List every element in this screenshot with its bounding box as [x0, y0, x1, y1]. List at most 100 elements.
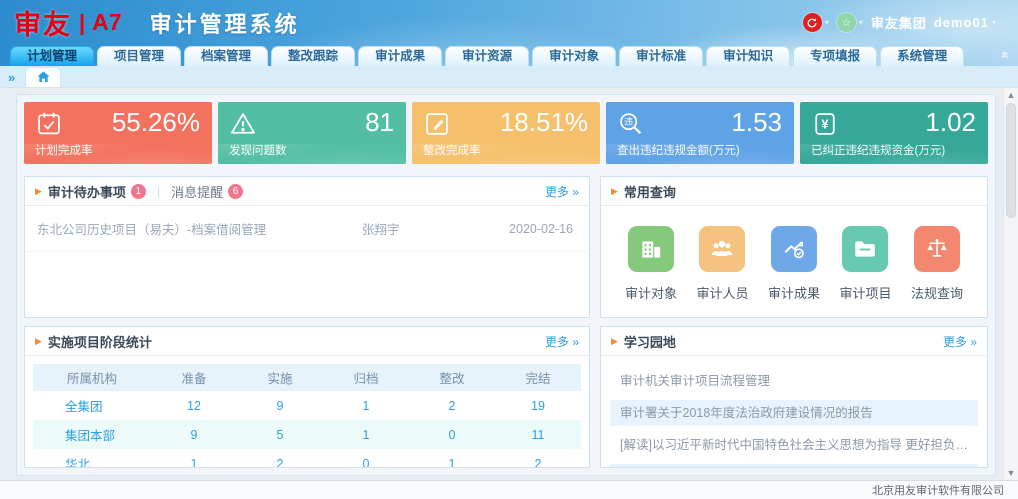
stage-count[interactable]: 9 — [151, 420, 237, 449]
org-link[interactable]: 集团本部 — [33, 420, 151, 449]
quick-link-audit-results[interactable]: 审计成果 — [768, 226, 820, 302]
stage-count[interactable]: 1 — [409, 449, 495, 468]
card-corrected-funds[interactable]: ¥ 1.02 已纠正违纪违规资金(万元) — [800, 102, 988, 164]
card-plan-completion[interactable]: 55.26% 计划完成率 — [24, 102, 212, 164]
org-link[interactable]: 全集团 — [33, 391, 151, 420]
tab-audit-resources[interactable]: 审计资源 — [445, 46, 529, 66]
tab-archive-management[interactable]: 档案管理 — [184, 46, 268, 66]
quick-link-label: 审计人员 — [696, 283, 748, 302]
message-count-badge: 6 — [228, 184, 243, 199]
home-icon — [37, 71, 50, 83]
learning-item[interactable]: [解读]以习近平新时代中国特色社会主义思想为指导 更好担负起审计工作新职责新..… — [610, 432, 978, 458]
stage-count[interactable]: 1 — [323, 420, 409, 449]
learning-more-link[interactable]: 更多 » — [943, 333, 977, 350]
stage-count[interactable]: 19 — [495, 391, 581, 420]
todo-list-item[interactable]: 东北公司历史项目（易夫）-档案借阅管理 张翔宇 2020-02-16 — [25, 206, 589, 252]
user-dropdown-caret[interactable]: ▾ — [992, 18, 996, 27]
warning-triangle-icon — [229, 110, 257, 143]
quick-link-audit-personnel[interactable]: 审计人员 — [696, 226, 748, 302]
stage-count[interactable]: 0 — [323, 449, 409, 468]
sync-dropdown-caret[interactable]: ▾ — [825, 18, 829, 27]
panel-arrow-icon: ▶ — [611, 186, 618, 197]
project-stage-table: 所属机构 准备 实施 归档 整改 完结 全集团 12 9 — [33, 364, 581, 468]
tab-rectification-tracking[interactable]: 整改跟踪 — [271, 46, 355, 66]
tab-audit-todo[interactable]: 审计待办事项 — [48, 182, 126, 201]
home-tab[interactable] — [25, 67, 61, 87]
learning-item[interactable]: 审计机关审计项目流程管理 — [610, 368, 978, 394]
stage-count[interactable]: 9 — [237, 391, 323, 420]
table-header-row: 所属机构 准备 实施 归档 整改 完结 — [33, 364, 581, 391]
quick-link-audit-objects[interactable]: 审计对象 — [625, 226, 677, 302]
expand-sidebar-icon[interactable]: » — [8, 70, 15, 85]
tab-audit-objects[interactable]: 审计对象 — [532, 46, 616, 66]
building-icon — [628, 226, 674, 272]
table-row: 集团本部 9 5 1 0 11 — [33, 420, 581, 449]
svg-text:违: 违 — [624, 117, 633, 127]
card-violation-amount[interactable]: 违 1.53 查出违纪违规金额(万元) — [606, 102, 794, 164]
org-link[interactable]: 华北 — [33, 449, 151, 468]
quick-link-audit-projects[interactable]: 审计项目 — [839, 226, 891, 302]
favorite-button[interactable]: ☆ — [837, 13, 856, 32]
todo-item-title[interactable]: 东北公司历史项目（易夫）-档案借阅管理 — [37, 219, 362, 238]
stage-count[interactable]: 11 — [495, 420, 581, 449]
todo-panel-header: ▶ 审计待办事项 1 | 消息提醒 6 更多 » — [25, 177, 589, 206]
quick-query-panel: ▶ 常用查询 审 — [600, 176, 988, 318]
tab-project-management[interactable]: 项目管理 — [97, 46, 181, 66]
learning-item[interactable]: 审计署关于2018年度法治政府建设情况的报告 — [610, 400, 978, 426]
tab-message-reminder[interactable]: 消息提醒 — [171, 182, 223, 201]
stage-count[interactable]: 12 — [151, 391, 237, 420]
stage-count[interactable]: 1 — [323, 391, 409, 420]
user-area: ▾ ☆ ▾ 审友集团 demo01 ▾ — [803, 13, 1004, 32]
page-scrollbar[interactable]: ▲ ▼ — [1003, 88, 1018, 480]
tab-audit-results[interactable]: 审计成果 — [358, 46, 442, 66]
stat-value: 55.26% — [112, 107, 200, 138]
tab-special-reporting[interactable]: 专项填报 — [793, 46, 877, 66]
tab-plan-management[interactable]: 计划管理 — [10, 46, 94, 66]
footer-company: 北京用友审计软件有限公司 — [872, 482, 1004, 498]
content-area: 55.26% 计划完成率 81 发现问题数 — [0, 88, 1018, 480]
quick-link-label: 审计对象 — [625, 283, 677, 302]
todo-more-link[interactable]: 更多 » — [545, 183, 579, 200]
stats-more-link[interactable]: 更多 » — [545, 333, 579, 350]
dashboard-board: 55.26% 计划完成率 81 发现问题数 — [16, 94, 996, 476]
stage-count[interactable]: 2 — [409, 391, 495, 420]
todo-panel: ▶ 审计待办事项 1 | 消息提醒 6 更多 » 东北公司历史项目（易夫）-档案… — [24, 176, 590, 318]
org-name[interactable]: 审友集团 — [871, 13, 927, 32]
scroll-up-icon[interactable]: ▲ — [1004, 88, 1018, 102]
column-header: 完结 — [495, 364, 581, 391]
panel-arrow-icon: ▶ — [35, 186, 42, 197]
learning-item[interactable]: [解读]2018年第四季度国家重大政策措施落实情况跟踪审计结果公告解读 — [610, 464, 978, 468]
logo-brand: 审友 — [14, 3, 72, 42]
scale-icon — [914, 226, 960, 272]
stage-count[interactable]: 2 — [495, 449, 581, 468]
table-row: 全集团 12 9 1 2 19 — [33, 391, 581, 420]
quick-link-regulation-query[interactable]: 法规查询 — [911, 226, 963, 302]
quick-links: 审计对象 审计人员 — [601, 206, 987, 302]
card-found-problems[interactable]: 81 发现问题数 — [218, 102, 406, 164]
tab-system-management[interactable]: 系统管理 — [880, 46, 964, 66]
collapse-header-icon[interactable]: « — [998, 51, 1014, 59]
todo-item-person: 张翔宇 — [362, 219, 482, 238]
favorite-dropdown-caret[interactable]: ▾ — [859, 18, 863, 27]
tab-audit-knowledge[interactable]: 审计知识 — [706, 46, 790, 66]
logo-divider: | — [79, 10, 85, 36]
stat-value: 1.02 — [925, 107, 976, 138]
logo-product: A7 — [92, 9, 121, 36]
quick-link-label: 审计成果 — [768, 283, 820, 302]
stage-count[interactable]: 5 — [237, 420, 323, 449]
card-rectification-completion[interactable]: 18.51% 整改完成率 — [412, 102, 600, 164]
stat-label: 整改完成率 — [423, 142, 481, 158]
scrollbar-thumb[interactable] — [1006, 103, 1016, 218]
yuan-icon: ¥ — [811, 110, 839, 143]
scroll-down-icon[interactable]: ▼ — [1004, 466, 1018, 480]
stage-count[interactable]: 1 — [151, 449, 237, 468]
user-name[interactable]: demo01 — [934, 15, 989, 30]
stage-count[interactable]: 0 — [409, 420, 495, 449]
panel-arrow-icon: ▶ — [35, 336, 42, 347]
table-row: 华北 1 2 0 1 2 — [33, 449, 581, 468]
sync-button[interactable] — [803, 13, 822, 32]
stage-count[interactable]: 2 — [237, 449, 323, 468]
stat-label: 发现问题数 — [229, 142, 287, 158]
stat-label: 查出违纪违规金额(万元) — [617, 142, 740, 158]
tab-audit-standards[interactable]: 审计标准 — [619, 46, 703, 66]
